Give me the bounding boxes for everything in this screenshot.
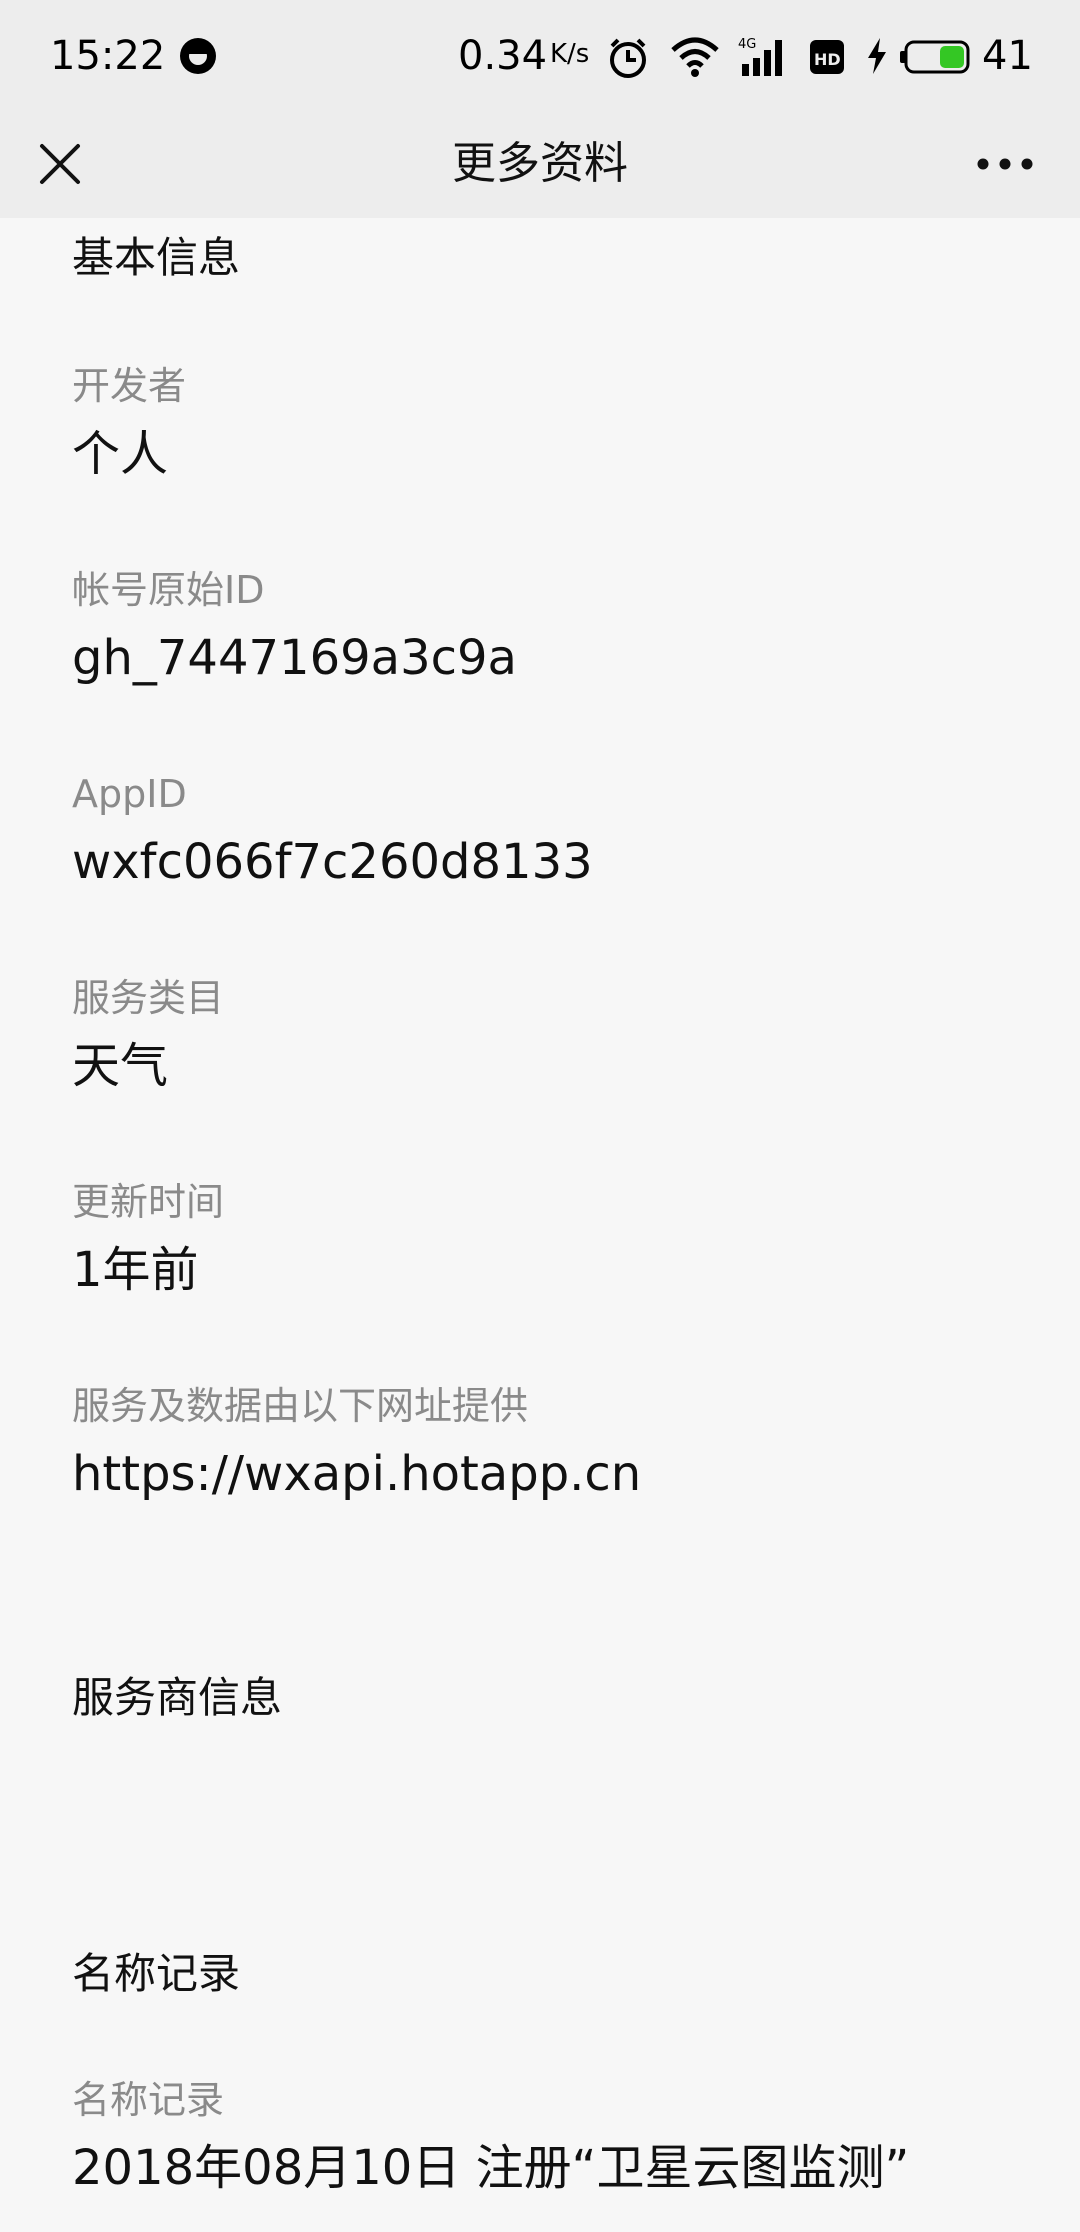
field-value-appid: wxfc066f7c260d8133 [72, 834, 593, 890]
field-value-service-url[interactable]: https://wxapi.hotapp.cn [72, 1442, 641, 1506]
field-value-developer: 个人 [72, 426, 169, 482]
field-value-name-record: 2018年08月10日 注册“卫星云图监测” [72, 2140, 910, 2196]
charging-icon [868, 38, 886, 74]
field-label-service-url: 服务及数据由以下网址提供 [72, 1384, 529, 1428]
field-label-appid: AppID [72, 772, 187, 816]
section-title-provider-info: 服务商信息 [72, 1673, 283, 1722]
battery-icon [900, 40, 970, 74]
4g-signal-icon: 4G [738, 37, 782, 76]
field-value-update-time: 1年前 [72, 1242, 199, 1298]
more-icon [977, 158, 1033, 170]
alarm-icon [610, 38, 646, 78]
svg-text:HD: HD [814, 50, 841, 69]
network-speed: 0.34 [458, 33, 548, 79]
field-label-developer: 开发者 [72, 364, 187, 408]
nav-bar: 更多资料 [0, 110, 1080, 218]
field-label-original-id: 帐号原始ID [72, 568, 265, 612]
battery-level: 41 [982, 33, 1033, 79]
status-time: 15:22 [50, 33, 166, 79]
more-button[interactable] [970, 134, 1040, 194]
field-label-service-category: 服务类目 [72, 976, 225, 1020]
field-label-update-time: 更新时间 [72, 1180, 225, 1224]
section-title-basic-info: 基本信息 [72, 233, 241, 282]
field-value-original-id: gh_7447169a3c9a [72, 630, 517, 686]
field-label-name-record: 名称记录 [72, 2078, 225, 2122]
field-value-service-category: 天气 [72, 1038, 169, 1094]
wifi-icon [671, 37, 719, 77]
svg-text:4G: 4G [738, 37, 756, 52]
page-title: 更多资料 [452, 138, 628, 189]
notification-icon [180, 38, 216, 74]
network-speed-unit: K/s [550, 39, 590, 69]
status-bar: 15:22 0.34 K/s 4G HD 41 [0, 0, 1080, 110]
section-title-name-record: 名称记录 [72, 1949, 241, 1998]
hd-icon: HD [810, 40, 844, 74]
